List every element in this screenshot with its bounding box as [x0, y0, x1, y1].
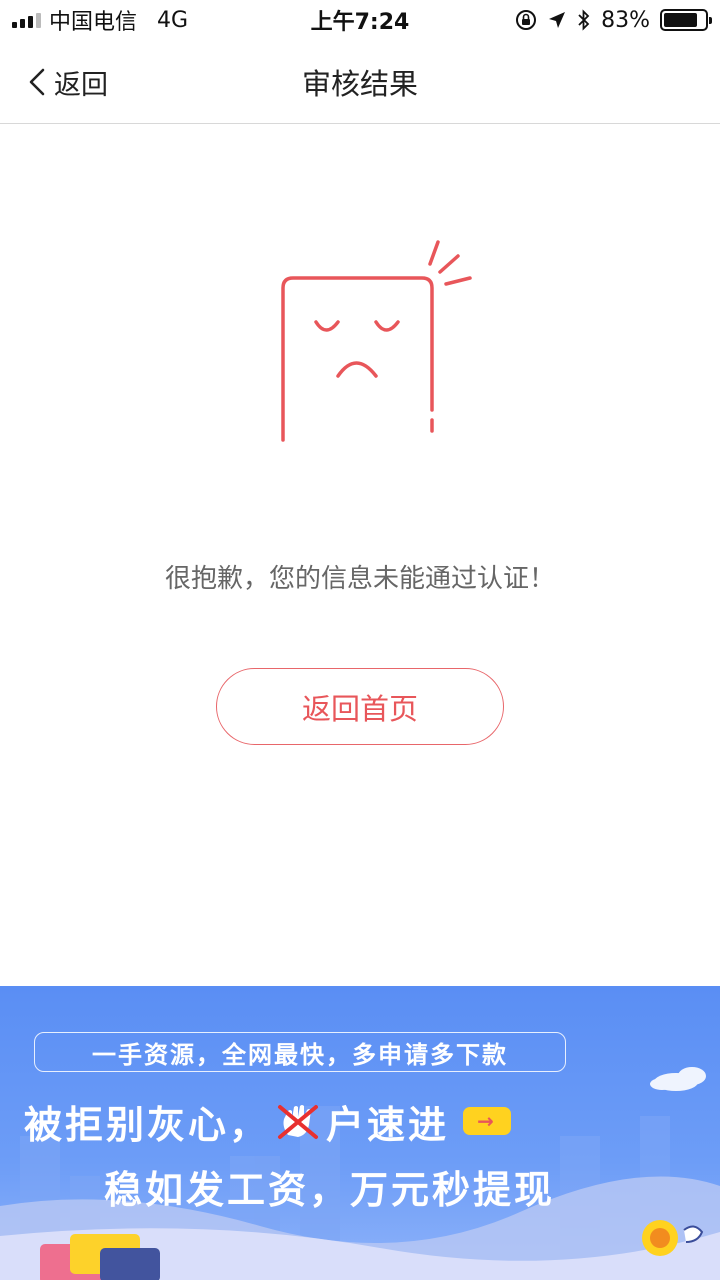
- navigation-bar: 返回 审核结果: [0, 40, 720, 124]
- page-title: 审核结果: [301, 67, 418, 101]
- status-right: 83%: [515, 0, 712, 40]
- return-home-button[interactable]: 返回首页: [216, 668, 504, 745]
- battery-percent: 83%: [601, 7, 650, 33]
- banner-headline-2: 稳如发工资，万元秒提现: [104, 1167, 556, 1212]
- banner-tagline: 一手资源，全网最快，多申请多下款: [34, 1032, 566, 1072]
- promo-banner[interactable]: 一手资源，全网最快，多申请多下款 被拒别灰心， 户速进 → 稳如发工资，万元秒提…: [0, 986, 720, 1280]
- bluetooth-icon: [578, 9, 590, 31]
- chevron-left-icon: [29, 68, 45, 96]
- result-message: 很抱歉，您的信息未能通过认证！: [164, 564, 555, 594]
- status-bar: 中国电信 4G 上午7:24 83%: [0, 0, 720, 40]
- battery-icon: [660, 9, 712, 31]
- location-arrow-icon: [549, 12, 566, 28]
- back-button[interactable]: 返回: [28, 40, 108, 124]
- sad-document-icon: [281, 240, 472, 442]
- battery-fill: [664, 13, 698, 27]
- back-button-label: 返回: [54, 69, 108, 101]
- banner-headline-1-part-a: 被拒别灰心，: [24, 1102, 271, 1147]
- banner-headline-1-part-b: 户速进: [326, 1102, 450, 1147]
- crossed-hand-icon: [274, 1099, 322, 1143]
- arrow-right-icon: →: [463, 1107, 512, 1135]
- orientation-lock-icon: [516, 10, 537, 30]
- banner-headline-1: 被拒别灰心， 户速进 →: [24, 1096, 512, 1147]
